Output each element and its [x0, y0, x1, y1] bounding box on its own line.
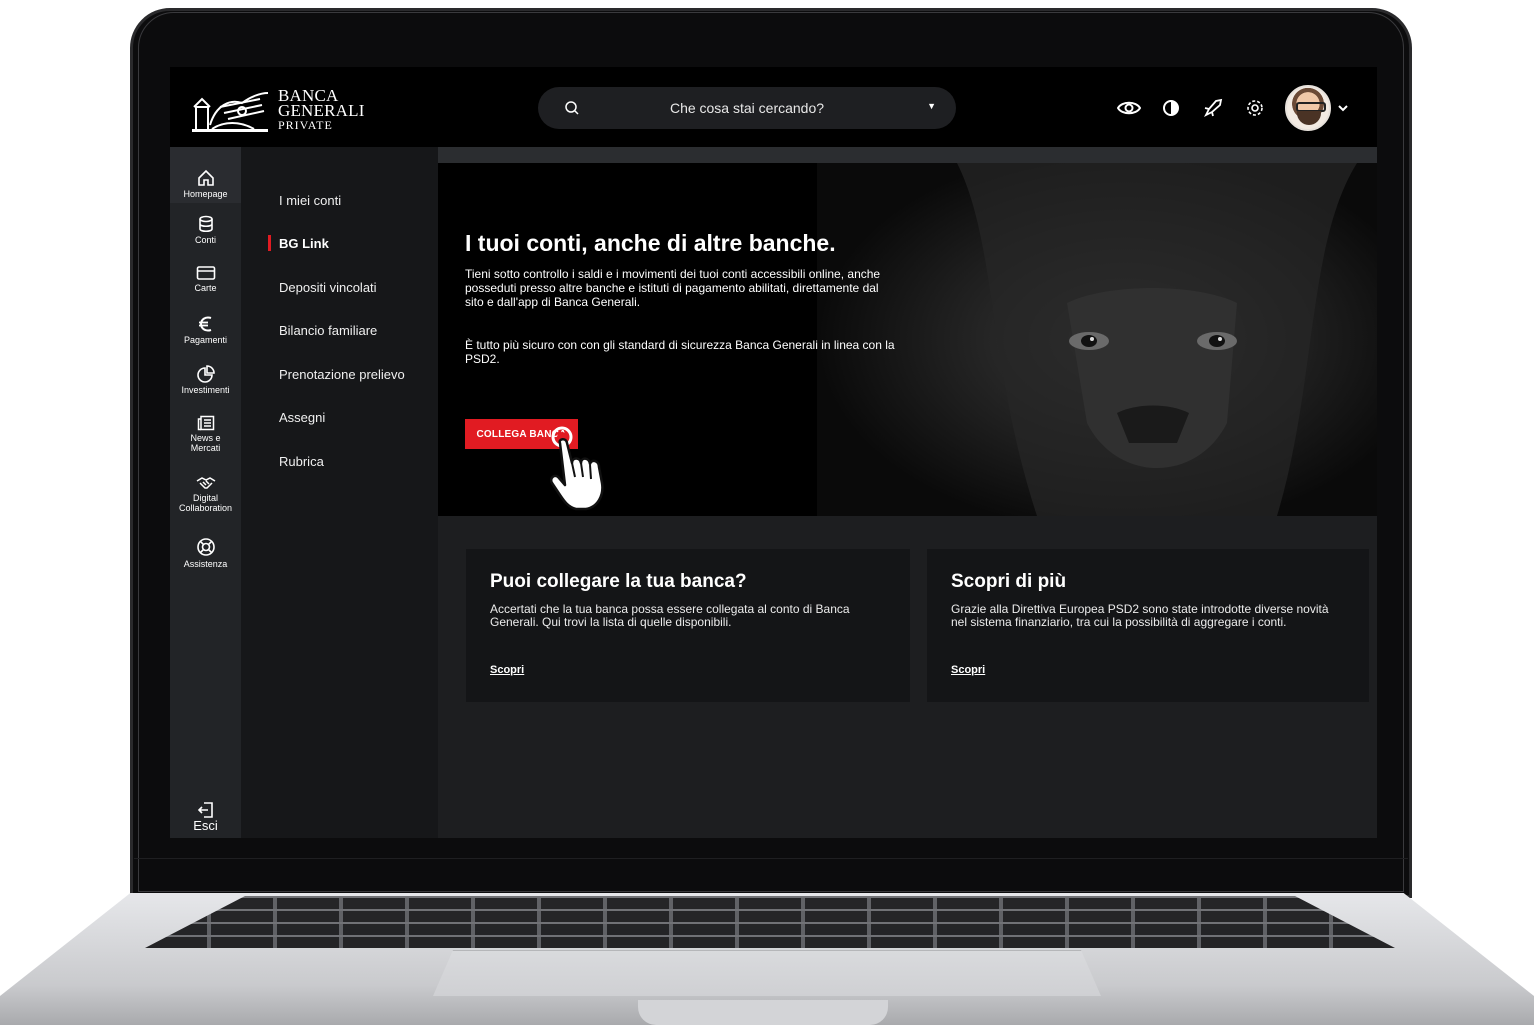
search-icon: [565, 101, 579, 115]
main-content: I tuoi conti, anche di altre banche. Tie…: [438, 147, 1377, 838]
home-icon: [197, 169, 214, 186]
rocket-button[interactable]: [1201, 96, 1225, 120]
lion-background-image: [817, 163, 1377, 516]
lifebuoy-icon: [196, 538, 215, 556]
settings-button[interactable]: [1243, 96, 1267, 120]
rail-item-investimenti[interactable]: Investimenti: [170, 357, 241, 405]
top-bar: BANCA GENERALI PRIVATE Che cosa stai cer…: [170, 67, 1377, 147]
card-title: Puoi collegare la tua banca?: [490, 571, 747, 592]
brand-name: BANCA GENERALI PRIVATE: [278, 87, 365, 133]
rail-label-homepage: Homepage: [183, 189, 228, 199]
submenu-item-prenotazione-prelievo[interactable]: Prenotazione prelievo: [279, 367, 405, 382]
rail-label-carte: Carte: [194, 283, 217, 293]
laptop-front-notch: [638, 1000, 888, 1025]
newspaper-icon: [197, 415, 214, 431]
card-title: Scopri di più: [951, 571, 1067, 592]
lion-logo-icon: [192, 92, 269, 132]
rail-item-pagamenti[interactable]: Pagamenti: [170, 307, 241, 355]
rail-label-assistenza: Assistenza: [183, 559, 228, 569]
rail-item-assistenza[interactable]: Assistenza: [170, 529, 241, 577]
submenu-item-rubrica[interactable]: Rubrica: [279, 454, 324, 469]
contrast-toggle[interactable]: [1159, 96, 1183, 120]
info-card-scopri: Scopri di più Grazie alla Direttiva Euro…: [927, 549, 1369, 702]
laptop-keyboard: [145, 896, 1395, 948]
hero-title: I tuoi conti, anche di altre banche.: [465, 230, 836, 256]
search-input[interactable]: Che cosa stai cercando?: [538, 100, 956, 116]
rail-label-digital: Digital: [192, 493, 218, 503]
submenu-item-bg-link[interactable]: BG Link: [279, 236, 329, 251]
hero-text-1: Tieni sotto controllo i saldi e i movime…: [465, 267, 881, 309]
submenu-item-assegni[interactable]: Assegni: [279, 410, 325, 425]
card-text: Grazie alla Direttiva Europea PSD2 sono …: [951, 602, 1329, 629]
euro-icon: [198, 316, 211, 332]
header-tools: [1117, 85, 1349, 131]
contrast-icon: [1163, 100, 1179, 116]
rail-item-homepage[interactable]: Homepage: [170, 147, 241, 203]
pointer-hand-icon: [550, 426, 604, 511]
rocket-icon: [1203, 98, 1223, 118]
pie-chart-icon: [196, 365, 215, 383]
sub-menu: I miei conti BG Link Depositi vincolati …: [241, 147, 438, 838]
submenu-item-depositi-vincolati[interactable]: Depositi vincolati: [279, 280, 377, 295]
laptop-chin: [134, 858, 1408, 859]
eye-icon: [1117, 101, 1141, 115]
card-link-scopri[interactable]: Scopri: [490, 664, 524, 676]
rail-label-collaboration: Collaboration: [178, 503, 233, 513]
card-text: Accertati che la tua banca possa essere …: [490, 602, 850, 629]
info-card-collegare: Puoi collegare la tua banca? Accertati c…: [466, 549, 910, 702]
rail-label-news-1: News e: [190, 433, 221, 443]
rail-label-investimenti: Investimenti: [181, 385, 230, 395]
rail-item-conti[interactable]: Conti: [170, 207, 241, 255]
rail-item-digital-collaboration[interactable]: Digital Collaboration: [170, 467, 241, 523]
brand-line-3: PRIVATE: [278, 117, 333, 132]
search-bar[interactable]: Che cosa stai cercando? ▼: [538, 87, 956, 129]
brand-logo[interactable]: BANCA GENERALI PRIVATE: [190, 85, 365, 135]
brand-line-2: GENERALI: [278, 100, 365, 120]
submenu-item-miei-conti[interactable]: I miei conti: [279, 193, 341, 208]
card-icon: [196, 266, 215, 280]
visibility-toggle[interactable]: [1117, 96, 1141, 120]
rail-item-carte[interactable]: Carte: [170, 257, 241, 305]
search-dropdown-icon[interactable]: ▼: [927, 101, 936, 111]
rail-label-conti: Conti: [194, 235, 216, 245]
hero-banner: I tuoi conti, anche di altre banche. Tie…: [438, 163, 1377, 516]
logout-label: Esci: [193, 818, 218, 833]
logout-button[interactable]: Esci: [170, 801, 241, 833]
laptop-trackpad: [433, 950, 1101, 996]
logout-icon: [197, 802, 213, 818]
submenu-item-bilancio-familiare[interactable]: Bilancio familiare: [279, 323, 377, 338]
rail-item-news[interactable]: News e Mercati: [170, 407, 241, 463]
active-indicator: [268, 235, 271, 251]
hero-text-2: È tutto più sicuro con con gli standard …: [465, 338, 895, 366]
database-icon: [198, 215, 213, 233]
content-top-bar: [438, 147, 1377, 163]
rail-label-pagamenti: Pagamenti: [183, 335, 228, 345]
rail-label-news-2: Mercati: [190, 443, 221, 453]
chevron-down-icon[interactable]: [1337, 103, 1349, 113]
avatar[interactable]: [1285, 85, 1331, 131]
app-screen: BANCA GENERALI PRIVATE Che cosa stai cer…: [170, 67, 1377, 838]
handshake-icon: [196, 477, 215, 489]
gear-icon: [1247, 100, 1263, 116]
left-rail: Homepage Conti Carte Pagamenti Investime…: [170, 147, 241, 838]
card-link-scopri[interactable]: Scopri: [951, 664, 985, 676]
